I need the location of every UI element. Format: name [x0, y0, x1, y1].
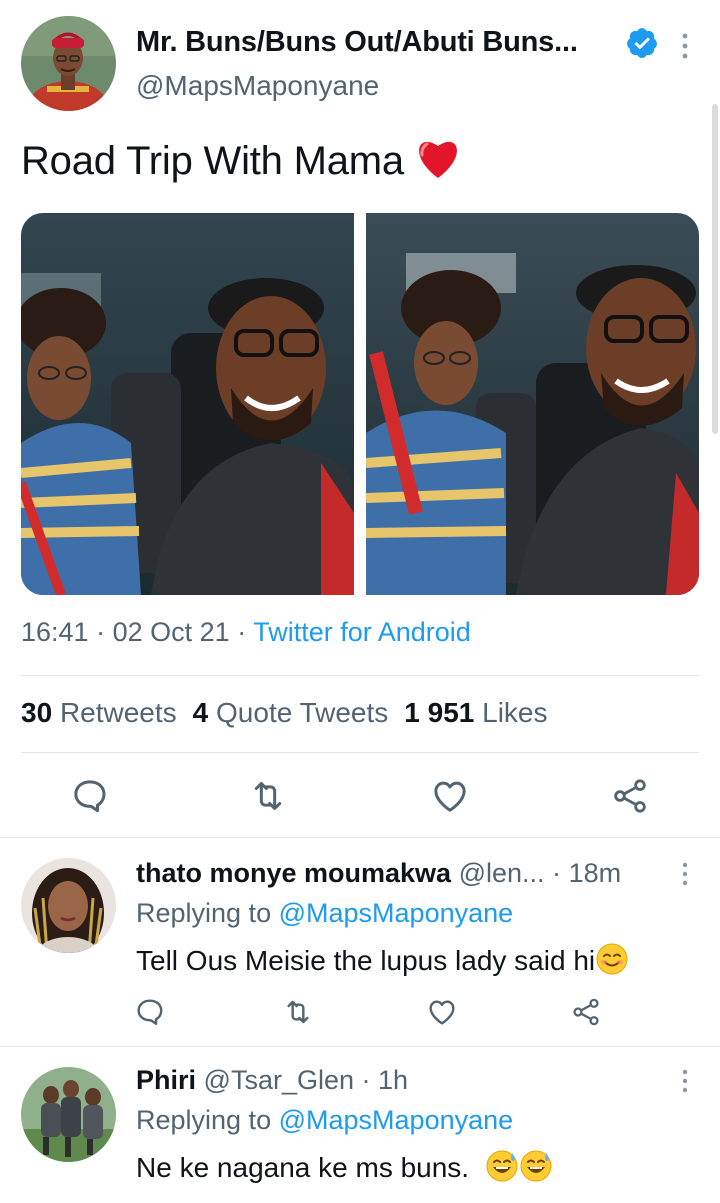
author-avatar[interactable]: [21, 16, 116, 111]
heart-emoji: [414, 136, 462, 190]
retweets-count: 30: [21, 697, 53, 728]
replying-label: Replying to: [136, 898, 272, 928]
reply-icon[interactable]: [70, 776, 110, 816]
retweets-label: Retweets: [59, 697, 177, 728]
reply-author-name[interactable]: thato monye moumakwa: [136, 858, 451, 888]
quotes-count: 4: [192, 697, 209, 728]
share-icon[interactable]: [570, 996, 602, 1028]
replying-to-mention[interactable]: @MapsMaponyane: [279, 1105, 514, 1135]
reply-author-name[interactable]: Phiri: [136, 1065, 196, 1095]
tweet-stats: 30 Retweets 4 Quote Tweets 1 951 Likes: [21, 697, 548, 729]
more-options-icon[interactable]: [678, 30, 692, 62]
reply-text-content: Tell Ous Meisie the lupus lady said hi: [136, 945, 596, 976]
replying-label: Replying to: [136, 1105, 272, 1135]
share-icon[interactable]: [610, 776, 650, 816]
reply-avatar[interactable]: [21, 858, 116, 953]
quotes-stat[interactable]: 4 Quote Tweets: [193, 697, 389, 728]
reply-icon[interactable]: [134, 996, 166, 1028]
reply-time: 18m: [568, 858, 622, 888]
tweet-text-content: Road Trip With Mama: [21, 139, 404, 183]
likes-stat[interactable]: 1 951 Likes: [404, 697, 547, 728]
smiling-face-emoji: [595, 942, 629, 983]
like-icon[interactable]: [430, 776, 470, 816]
replying-to: Replying to @MapsMaponyane: [136, 898, 513, 929]
tweet-meta: 16:41 · 02 Oct 21 · Twitter for Android: [21, 617, 471, 648]
tweet-time: 16:41: [21, 617, 89, 647]
meta-separator: ·: [552, 858, 562, 888]
divider: [21, 675, 699, 676]
reply-header: Phiri @Tsar_Glen · 1h: [136, 1065, 408, 1096]
reply-tweet[interactable]: Phiri @Tsar_Glen · 1h Replying to @MapsM…: [0, 1047, 720, 1203]
scrollbar[interactable]: [712, 104, 718, 434]
retweets-stat[interactable]: 30 Retweets: [21, 697, 177, 728]
like-icon[interactable]: [426, 996, 458, 1028]
reply-text: Ne ke nagana ke ms buns.: [136, 1149, 553, 1190]
reply-text-content: Ne ke nagana ke ms buns.: [136, 1152, 470, 1183]
divider: [21, 752, 699, 753]
author-handle[interactable]: @MapsMaponyane: [136, 70, 379, 102]
author-name[interactable]: Mr. Buns/Buns Out/Abuti Buns...: [136, 26, 578, 59]
photo-selfie-2[interactable]: [366, 213, 699, 595]
meta-separator: ·: [361, 1065, 371, 1095]
likes-label: Likes: [482, 697, 548, 728]
tweet-text: Road Trip With Mama: [21, 136, 462, 190]
quotes-label: Quote Tweets: [216, 697, 389, 728]
tweet-date: 02 Oct 21: [112, 617, 230, 647]
tweet-photos: [21, 213, 699, 595]
tweet-action-bar: [0, 770, 720, 822]
reply-author-handle[interactable]: @len...: [459, 858, 545, 888]
retweet-icon[interactable]: [282, 996, 314, 1028]
reply-header: thato monye moumakwa @len... · 18m: [136, 858, 621, 889]
photo-selfie-1[interactable]: [21, 213, 354, 595]
meta-separator: ·: [237, 617, 247, 647]
verified-badge-icon: [625, 26, 659, 60]
tweet-source-link[interactable]: Twitter for Android: [253, 617, 471, 647]
likes-count: 1 951: [404, 697, 475, 728]
reply-action-bar: [0, 996, 720, 1036]
reply-text: Tell Ous Meisie the lupus lady said hi: [136, 942, 629, 983]
meta-separator: ·: [96, 617, 106, 647]
reply-avatar[interactable]: [21, 1067, 116, 1162]
sweat-smile-emoji: [485, 1149, 553, 1190]
more-options-icon[interactable]: [678, 860, 692, 888]
retweet-icon[interactable]: [248, 776, 288, 816]
replying-to-mention[interactable]: @MapsMaponyane: [279, 898, 514, 928]
reply-author-handle[interactable]: @Tsar_Glen: [204, 1065, 354, 1095]
reply-tweet[interactable]: thato monye moumakwa @len... · 18m Reply…: [0, 838, 720, 1046]
more-options-icon[interactable]: [678, 1067, 692, 1095]
replying-to: Replying to @MapsMaponyane: [136, 1105, 513, 1136]
reply-time: 1h: [378, 1065, 409, 1095]
